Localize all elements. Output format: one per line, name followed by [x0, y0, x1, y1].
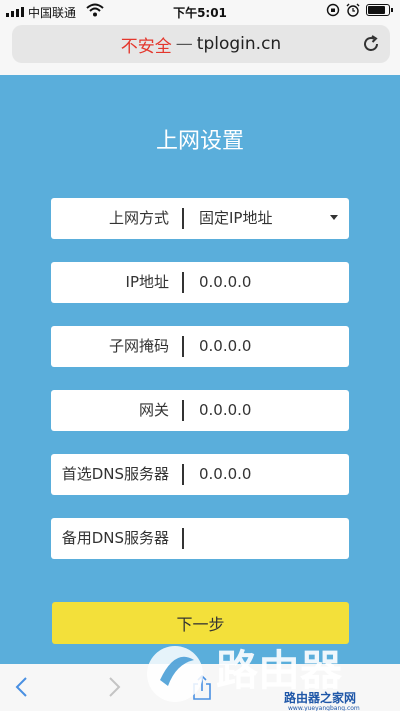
orientation-lock-icon: [326, 3, 340, 17]
url-separator: —: [175, 34, 193, 54]
browser-address-area: 不安全 — tplogin.cn: [0, 22, 400, 75]
subnet-mask-field[interactable]: 子网掩码 0.0.0.0: [51, 326, 349, 367]
field-divider: [182, 464, 184, 485]
primary-dns-field[interactable]: 首选DNS服务器 0.0.0.0: [51, 454, 349, 495]
share-icon[interactable]: [192, 674, 212, 700]
alarm-icon: [346, 3, 360, 17]
field-divider: [182, 336, 184, 357]
field-value: 0.0.0.0: [199, 465, 252, 483]
forward-icon[interactable]: [106, 676, 122, 698]
back-icon[interactable]: [14, 676, 30, 698]
field-label: 备用DNS服务器: [61, 529, 169, 547]
gateway-field[interactable]: 网关 0.0.0.0: [51, 390, 349, 431]
connection-type-select[interactable]: 上网方式 固定IP地址: [51, 198, 349, 239]
field-value: 固定IP地址: [199, 209, 273, 227]
field-label: 首选DNS服务器: [61, 465, 169, 483]
ip-address-field[interactable]: IP地址 0.0.0.0: [51, 262, 349, 303]
page-title: 上网设置: [155, 129, 244, 154]
status-bar: 中国联通 下午5:01: [0, 0, 400, 22]
address-bar[interactable]: 不安全 — tplogin.cn: [12, 25, 390, 63]
next-step-button[interactable]: 下一步: [52, 602, 349, 644]
field-label: 子网掩码: [108, 337, 169, 355]
url-domain: tplogin.cn: [196, 34, 282, 54]
field-value: 0.0.0.0: [199, 337, 252, 355]
field-divider: [182, 272, 184, 293]
field-divider: [182, 208, 184, 229]
caret-down-icon: [330, 215, 338, 220]
insecure-label: 不安全: [120, 36, 172, 57]
battery-icon: [366, 4, 393, 16]
reload-icon[interactable]: [360, 33, 382, 55]
field-divider: [182, 528, 184, 549]
field-divider: [182, 400, 184, 421]
secondary-dns-field[interactable]: 备用DNS服务器: [51, 518, 349, 559]
field-value: 0.0.0.0: [199, 273, 252, 291]
field-label: 网关: [138, 401, 169, 419]
field-value: 0.0.0.0: [199, 401, 252, 419]
field-label: IP地址: [125, 273, 169, 291]
browser-toolbar: [0, 664, 400, 711]
field-label: 上网方式: [108, 209, 169, 227]
